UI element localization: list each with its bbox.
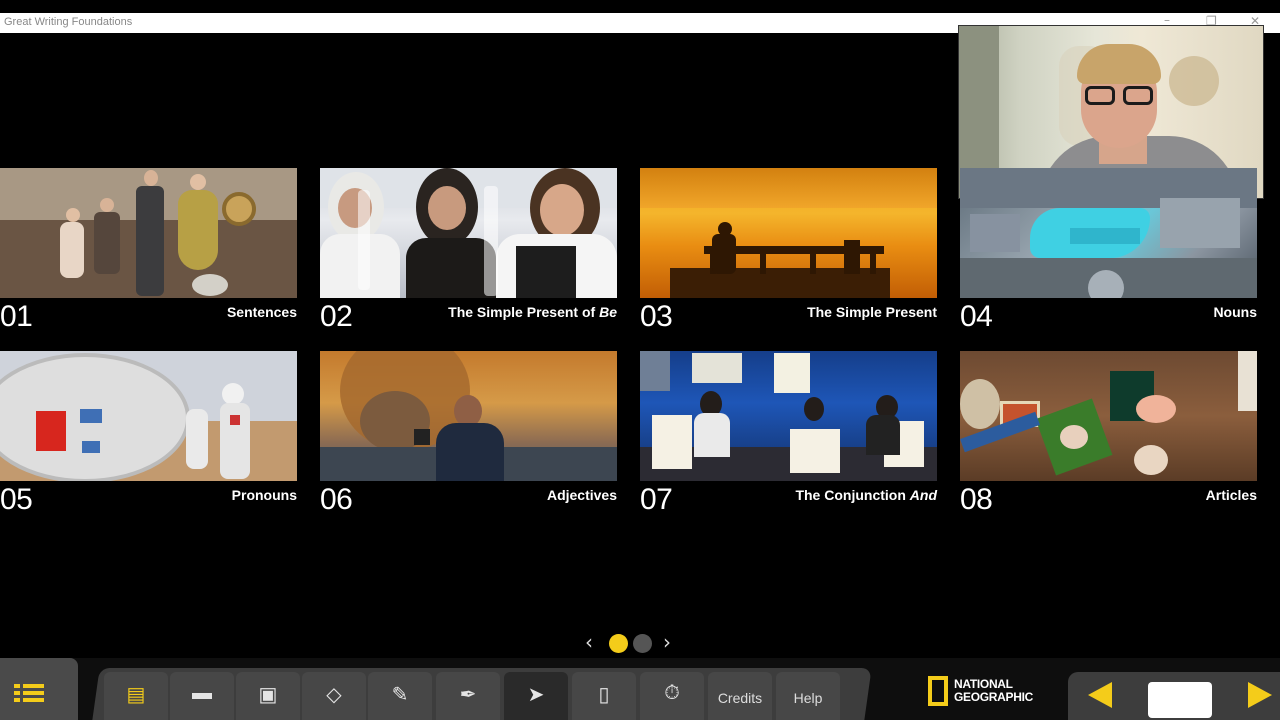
marker-icon: ✒ — [459, 684, 477, 706]
timer-icon: ⏱ — [664, 682, 680, 704]
unit-title: Pronouns — [231, 487, 297, 503]
unit-number: 03 — [640, 300, 673, 333]
pointer-icon: ➤ — [527, 684, 545, 706]
presenter-hair — [1077, 44, 1161, 84]
unit-thumbnail — [960, 351, 1257, 481]
page-navigation — [1068, 672, 1280, 720]
unit-thumbnail — [0, 351, 297, 481]
unit-thumbnail — [960, 168, 1257, 298]
page-button[interactable]: ▯ — [572, 672, 636, 720]
presenter-glasses — [1085, 86, 1155, 106]
back-arrow-icon[interactable] — [1088, 682, 1112, 708]
pointer-button[interactable]: ➤ — [504, 672, 568, 720]
page-dot[interactable] — [633, 634, 652, 653]
credits-label: Credits — [717, 690, 763, 706]
unit-title: Nouns — [1213, 304, 1257, 320]
unit-number: 06 — [320, 483, 353, 516]
marker-button[interactable]: ✒ — [436, 672, 500, 720]
unit-card-02[interactable]: 02 The Simple Present of Be — [320, 168, 617, 343]
pencil-icon: ✎ — [391, 684, 409, 706]
forward-arrow-icon[interactable] — [1248, 682, 1272, 708]
menu-button[interactable] — [0, 658, 78, 720]
unit-number: 04 — [960, 300, 993, 333]
webcam-background-ornament — [1169, 56, 1219, 106]
unit-thumbnail — [0, 168, 297, 298]
unit-card-04[interactable]: 04 Nouns — [960, 168, 1257, 343]
unit-title: Sentences — [226, 304, 297, 320]
window-title: Great Writing Foundations — [4, 16, 133, 28]
page-number-field[interactable] — [1148, 682, 1212, 718]
blocks-button[interactable]: ▣ — [236, 672, 300, 720]
pencil-button[interactable]: ✎ — [368, 672, 432, 720]
unit-card-08[interactable]: 08 Articles — [960, 351, 1257, 526]
unit-thumbnail — [320, 351, 617, 481]
unit-number: 02 — [320, 300, 353, 333]
next-page-icon[interactable]: › — [663, 630, 671, 654]
help-button[interactable]: Help — [776, 672, 840, 720]
previous-page-icon[interactable]: ‹ — [585, 630, 593, 654]
credits-button[interactable]: Credits — [708, 672, 772, 720]
blocks-icon: ▣ — [258, 684, 278, 706]
eraser-icon: ◇ — [326, 684, 342, 706]
help-label: Help — [793, 690, 823, 706]
menu-grid-icon — [14, 684, 44, 706]
gallery-button[interactable]: ▤ — [104, 672, 168, 720]
page-icon: ▯ — [598, 684, 610, 706]
unit-card-05[interactable]: 05 Pronouns — [0, 351, 297, 526]
unit-card-01[interactable]: 01 Sentences — [0, 168, 297, 343]
unit-number: 05 — [0, 483, 33, 516]
unit-number: 08 — [960, 483, 993, 516]
unit-thumbnail — [320, 168, 617, 298]
presentation-button[interactable]: ▬ — [170, 672, 234, 720]
unit-number: 07 — [640, 483, 673, 516]
unit-thumbnail — [640, 351, 937, 481]
top-strip — [0, 0, 1280, 13]
unit-number: 01 — [0, 300, 33, 333]
unit-title: The Conjunction And — [795, 487, 937, 503]
gallery-icon: ▤ — [126, 684, 146, 706]
unit-card-07[interactable]: 07 The Conjunction And — [640, 351, 937, 526]
unit-title: The Simple Present — [807, 304, 937, 320]
eraser-button[interactable]: ◇ — [302, 672, 366, 720]
presentation-icon: ▬ — [192, 682, 212, 704]
national-geographic-logo: NATIONAL GEOGRAPHIC — [928, 676, 1048, 706]
unit-title: The Simple Present of Be — [448, 304, 617, 320]
unit-card-03[interactable]: 03 The Simple Present — [640, 168, 937, 343]
brand-text: NATIONAL GEOGRAPHIC — [954, 677, 1034, 704]
unit-title: Adjectives — [546, 487, 617, 503]
unit-title: Articles — [1205, 487, 1257, 503]
timer-button[interactable]: ⏱ — [640, 672, 704, 720]
unit-thumbnail — [640, 168, 937, 298]
page-dot-active[interactable] — [609, 634, 628, 653]
app-window: Great Writing Foundations – ❐ ✕ 01 Sente… — [0, 0, 1280, 720]
natgeo-frame-icon — [928, 676, 948, 706]
pagination: ‹ › — [585, 630, 680, 654]
unit-card-06[interactable]: 06 Adjectives — [320, 351, 617, 526]
